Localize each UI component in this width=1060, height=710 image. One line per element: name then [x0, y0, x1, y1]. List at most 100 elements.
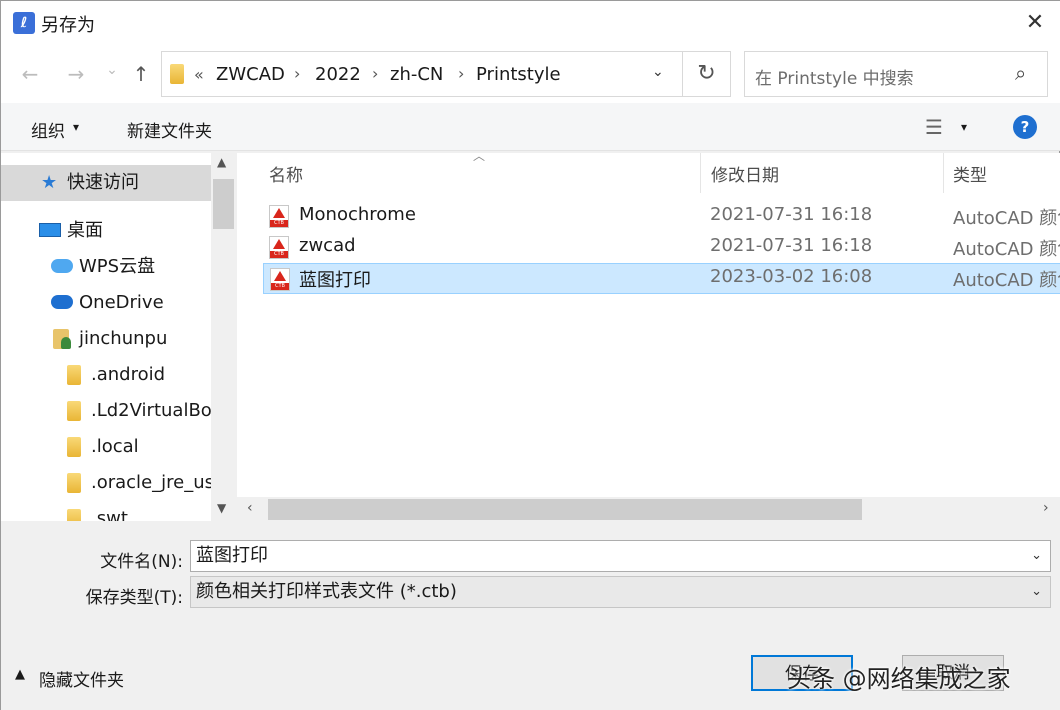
scroll-left-arrow-icon[interactable]: ‹ — [247, 500, 253, 516]
column-header-type[interactable]: 类型 — [953, 161, 987, 186]
sidebar-item-local[interactable]: .local — [1, 429, 211, 465]
file-name: Monochrome — [299, 204, 416, 225]
forward-button[interactable]: → — [61, 59, 91, 89]
sidebar-item-ld2virtualbox[interactable]: .Ld2VirtualBox — [1, 393, 211, 429]
sidebar-item-label: OneDrive — [79, 292, 164, 313]
breadcrumb-separator[interactable]: › — [458, 64, 464, 83]
address-bar[interactable]: « ZWCAD › 2022 › zh-CN › Printstyle ⌄ — [161, 51, 683, 97]
app-icon: ℓ — [13, 12, 35, 34]
organize-button[interactable]: 组织 — [31, 117, 65, 142]
file-name: 蓝图打印 — [299, 270, 371, 291]
sidebar-item-label: 快速访问 — [67, 172, 139, 193]
sidebar-item-wps-cloud[interactable]: WPS云盘 — [1, 249, 211, 285]
sort-ascending-icon: ︿ — [473, 149, 486, 163]
breadcrumb-printstyle[interactable]: Printstyle — [476, 64, 561, 85]
file-modified: 2021-07-31 16:18 — [710, 235, 873, 256]
column-header-name[interactable]: 名称 — [269, 161, 303, 186]
star-icon: ★ — [41, 172, 58, 193]
sidebar-item-label: .Ld2VirtualBox — [91, 400, 211, 421]
sidebar-item-label: .swt — [91, 508, 128, 521]
sidebar-item-jinchunpu[interactable]: jinchunpu — [1, 321, 211, 357]
ctb-file-icon — [269, 205, 289, 228]
file-modified: 2023-03-02 16:08 — [710, 266, 873, 287]
sidebar-item-label: .oracle_jre_usage — [91, 472, 211, 493]
search-icon[interactable]: ⌕ — [1015, 61, 1026, 85]
folder-icon — [170, 64, 184, 84]
sidebar-item-label: WPS云盘 — [79, 256, 156, 277]
sidebar-item-android[interactable]: .android — [1, 357, 211, 393]
file-row[interactable]: Monochrome 2021-07-31 16:18 AutoCAD 颜色 — [263, 201, 1060, 232]
breadcrumb-separator[interactable]: › — [294, 64, 300, 83]
refresh-button[interactable]: ↻ — [683, 51, 731, 97]
search-input[interactable]: 在 Printstyle 中搜索 — [755, 64, 914, 89]
up-button[interactable]: ↑ — [126, 59, 156, 89]
folder-icon — [67, 401, 81, 421]
filename-input[interactable]: 蓝图打印 ⌄ — [190, 540, 1051, 572]
search-box[interactable]: 在 Printstyle 中搜索 ⌕ — [744, 51, 1048, 97]
folder-icon — [67, 437, 81, 457]
address-dropdown-chevron-icon[interactable]: ⌄ — [652, 64, 664, 80]
column-divider[interactable] — [943, 153, 944, 193]
ctb-file-icon — [270, 268, 290, 291]
recent-locations-button[interactable]: ⌄ — [97, 55, 127, 85]
sidebar-item-label: 桌面 — [67, 220, 103, 241]
title-bar — [1, 1, 1060, 45]
sidebar-item-label: .android — [91, 364, 166, 385]
ctb-file-icon — [269, 236, 289, 259]
breadcrumb-2022[interactable]: 2022 — [315, 64, 361, 85]
sidebar-item-desktop[interactable]: 桌面 — [1, 213, 211, 249]
folder-icon — [67, 365, 81, 385]
file-type: AutoCAD 颜色 — [953, 239, 1060, 260]
close-button[interactable]: ✕ — [1015, 7, 1055, 39]
sidebar-item-label: jinchunpu — [79, 328, 168, 349]
organize-caret-icon[interactable]: ▾ — [73, 120, 79, 134]
sidebar-item-swt[interactable]: .swt — [1, 501, 211, 521]
chevron-down-icon[interactable]: ⌄ — [1031, 541, 1042, 571]
navigation-pane: ★ 快速访问 桌面 WPS云盘 OneDrive jinchunpu .andr… — [1, 153, 236, 521]
watermark: 头条 @网络集成之家 — [787, 665, 1011, 693]
hide-folders-button[interactable]: 隐藏文件夹 — [39, 666, 124, 691]
chevron-down-icon[interactable]: ⌄ — [1031, 577, 1042, 607]
folder-icon — [67, 509, 81, 521]
desktop-icon — [39, 223, 61, 237]
view-options-icon[interactable]: ☰ — [925, 115, 943, 139]
filename-label: 文件名(N): — [100, 552, 183, 572]
column-header-modified[interactable]: 修改日期 — [711, 161, 779, 186]
scroll-down-arrow-icon[interactable]: ▼ — [217, 501, 226, 515]
navigation-pane-scrollbar[interactable]: ▲ ▼ — [211, 153, 236, 521]
filetype-value: 颜色相关打印样式表文件 (*.ctb) — [196, 581, 457, 602]
back-button[interactable]: ← — [15, 59, 45, 89]
filename-value: 蓝图打印 — [196, 545, 268, 566]
folder-icon — [67, 473, 81, 493]
save-as-dialog: ℓ 另存为 ✕ ← → ⌄ ↑ « ZWCAD › 2022 › zh-CN ›… — [0, 0, 1060, 710]
breadcrumb-zh-cn[interactable]: zh-CN — [390, 64, 443, 85]
scroll-right-arrow-icon[interactable]: › — [1043, 500, 1049, 516]
file-name: zwcad — [299, 235, 356, 256]
chevron-up-icon[interactable]: ▲ — [15, 667, 25, 682]
sidebar-item-onedrive[interactable]: OneDrive — [1, 285, 211, 321]
filetype-label: 保存类型(T): — [85, 588, 183, 608]
new-folder-button[interactable]: 新建文件夹 — [127, 117, 212, 142]
scroll-up-arrow-icon[interactable]: ▲ — [217, 155, 226, 169]
cloud-icon — [51, 295, 73, 309]
help-icon[interactable]: ? — [1013, 115, 1037, 139]
cloud-icon — [51, 259, 73, 273]
filetype-select[interactable]: 颜色相关打印样式表文件 (*.ctb) ⌄ — [190, 576, 1051, 608]
breadcrumb-separator[interactable]: › — [372, 64, 378, 83]
view-caret-icon[interactable]: ▾ — [961, 120, 967, 134]
user-icon — [61, 337, 71, 349]
file-row-selected[interactable]: 蓝图打印 2023-03-02 16:08 AutoCAD 颜色 — [263, 263, 1060, 294]
file-row[interactable]: zwcad 2021-07-31 16:18 AutoCAD 颜色 — [263, 232, 1060, 263]
breadcrumb-zwcad[interactable]: ZWCAD — [216, 64, 285, 85]
dialog-title: 另存为 — [41, 15, 95, 36]
sidebar-item-quick-access[interactable]: ★ 快速访问 — [1, 165, 211, 201]
column-divider[interactable] — [700, 153, 701, 193]
file-type: AutoCAD 颜色 — [953, 270, 1060, 291]
file-type: AutoCAD 颜色 — [953, 208, 1060, 229]
sidebar-item-oracle-jre-usage[interactable]: .oracle_jre_usage — [1, 465, 211, 501]
file-modified: 2021-07-31 16:18 — [710, 204, 873, 225]
overflow-chevron[interactable]: « — [194, 65, 204, 84]
scrollbar-thumb[interactable] — [268, 499, 862, 520]
sidebar-item-label: .local — [91, 436, 139, 457]
scrollbar-thumb[interactable] — [213, 179, 234, 229]
